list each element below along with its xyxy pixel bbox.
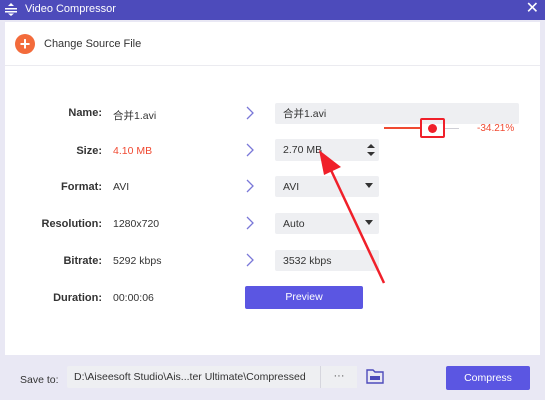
chevron-right-icon <box>246 143 254 157</box>
change-source-label: Change Source File <box>44 38 142 50</box>
compress-button[interactable]: Compress <box>446 366 530 390</box>
source-size-value: 4.10 MB <box>113 145 153 157</box>
stepper-arrows-icon[interactable] <box>367 142 375 158</box>
browse-button[interactable]: ··· <box>320 366 357 388</box>
chevron-right-icon <box>246 216 254 230</box>
size-percent: -34.21% <box>477 123 515 134</box>
compress-icon <box>5 3 17 16</box>
bitrate-input[interactable]: 3532 kbps <box>275 250 379 271</box>
source-resolution-value: 1280x720 <box>113 218 160 230</box>
size-label: Size: <box>76 145 102 157</box>
change-source-button[interactable]: + Change Source File <box>15 33 141 55</box>
size-stepper[interactable]: 2.70 MB <box>275 139 379 161</box>
window-title: Video Compressor <box>25 3 116 15</box>
source-name-value: 合并1.avi <box>113 110 157 122</box>
format-select-value: AVI <box>283 180 300 193</box>
chevron-right-icon <box>246 253 254 267</box>
size-slider-handle[interactable] <box>428 124 437 133</box>
source-bitrate-value: 5292 kbps <box>113 255 162 267</box>
bitrate-input-value: 3532 kbps <box>283 254 332 267</box>
resolution-select-value: Auto <box>283 217 305 230</box>
format-label: Format: <box>61 181 102 193</box>
plus-icon: + <box>15 34 35 54</box>
dropdown-caret-icon <box>365 183 373 188</box>
chevron-right-icon <box>246 106 254 120</box>
preview-button[interactable]: Preview <box>245 286 363 309</box>
divider <box>5 65 540 66</box>
folder-icon[interactable] <box>366 368 384 384</box>
source-duration-value: 00:00:06 <box>113 292 154 304</box>
source-format-value: AVI <box>113 181 130 193</box>
format-select[interactable]: AVI <box>275 176 379 197</box>
save-path-field[interactable]: D:\Aiseesoft Studio\Ais...ter Ultimate\C… <box>67 366 357 388</box>
name-input-value: 合并1.avi <box>283 108 327 120</box>
size-stepper-value: 2.70 MB <box>283 144 323 156</box>
resolution-label: Resolution: <box>41 218 103 230</box>
name-input[interactable]: 合并1.avi <box>275 103 519 124</box>
save-to-label: Save to: <box>20 374 59 386</box>
duration-label: Duration: <box>53 292 102 304</box>
chevron-right-icon <box>246 179 254 193</box>
size-slider-track-filled <box>384 127 422 129</box>
resolution-select[interactable]: Auto <box>275 213 379 234</box>
dropdown-caret-icon <box>365 220 373 225</box>
size-slider-track <box>445 128 459 129</box>
close-button[interactable]: ✕ <box>526 1 539 17</box>
title-bar: Video Compressor ✕ <box>0 0 545 20</box>
bitrate-label: Bitrate: <box>63 255 102 267</box>
name-label: Name: <box>68 107 102 119</box>
